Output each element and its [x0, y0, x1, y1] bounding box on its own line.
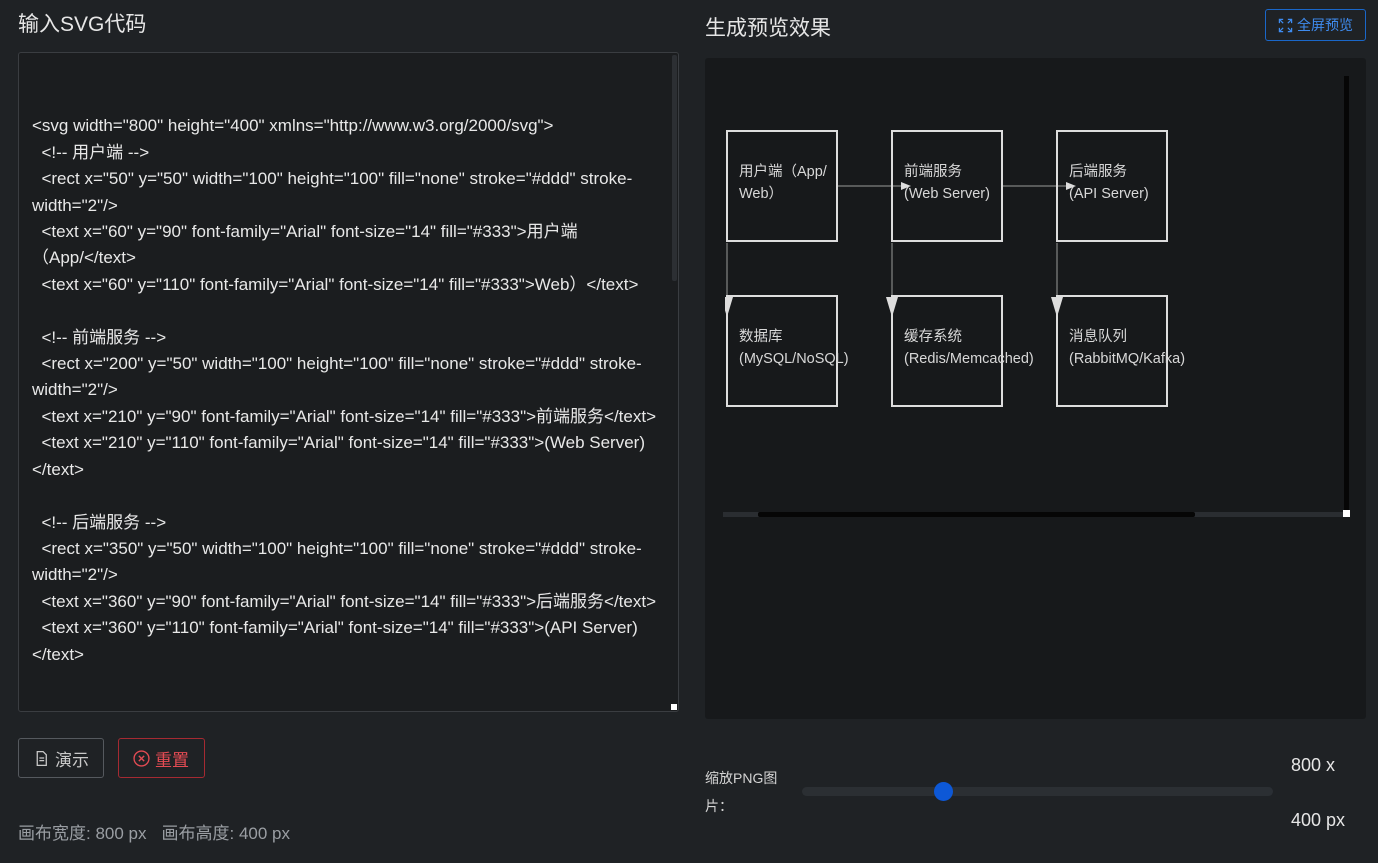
diagram-preview: 用户端（App/ Web） 前端服务 (Web Server) 后端服务 (AP…	[725, 130, 1185, 407]
node-database-line2: (MySQL/NoSQL)	[739, 351, 849, 367]
zoom-slider-track[interactable]	[802, 787, 1273, 796]
reset-button-label: 重置	[155, 750, 189, 770]
svg-code-content[interactable]: <svg width="800" height="400" xmlns="htt…	[32, 87, 662, 668]
close-circle-icon	[133, 749, 150, 767]
code-scrollbar[interactable]	[672, 55, 677, 281]
canvas-height-label: 画布高度: 400 px	[161, 824, 291, 843]
node-cache-line2: (Redis/Memcached)	[904, 351, 1034, 367]
node-queue-line1: 消息队列	[1069, 328, 1127, 345]
node-frontend-line2: (Web Server)	[904, 186, 990, 202]
canvas-size-info: 画布宽度: 800 px 画布高度: 400 px	[18, 819, 305, 844]
diagram-node-queue: 消息队列 (RabbitMQ/Kafka)	[1056, 295, 1185, 407]
demo-button[interactable]: 演示	[18, 738, 104, 778]
diagram-node-frontend: 前端服务 (Web Server)	[891, 130, 1003, 242]
node-queue-line2: (RabbitMQ/Kafka)	[1069, 351, 1185, 367]
fullscreen-preview-button[interactable]: 全屏预览	[1265, 9, 1366, 41]
preview-resize-handle[interactable]	[1343, 510, 1350, 517]
preview-panel-title: 生成预览效果	[705, 17, 831, 40]
preview-vertical-scrollbar[interactable]	[1344, 76, 1349, 513]
document-icon	[36, 750, 47, 766]
canvas-width-label: 画布宽度: 800 px	[18, 824, 147, 843]
fullscreen-button-label: 全屏预览	[1297, 17, 1353, 33]
zoom-png-label: 缩放PNG图片：	[705, 770, 778, 814]
diagram-node-database: 数据库 (MySQL/NoSQL)	[726, 295, 849, 407]
node-client-line2: Web）	[739, 185, 783, 202]
node-cache-line1: 缓存系统	[904, 328, 962, 345]
demo-button-label: 演示	[55, 750, 89, 770]
output-width: 800 x	[1291, 755, 1336, 775]
diagram-node-client: 用户端（App/ Web）	[726, 130, 838, 242]
preview-horizontal-scrollbar-thumb[interactable]	[758, 512, 1195, 517]
reset-button[interactable]: 重置	[118, 738, 205, 778]
node-backend-line1: 后端服务	[1069, 163, 1127, 180]
code-panel-title: 输入SVG代码	[18, 13, 147, 36]
svg-code-textarea[interactable]: <svg width="800" height="400" xmlns="htt…	[18, 52, 679, 712]
diagram-node-backend: 后端服务 (API Server)	[1056, 130, 1168, 242]
node-database-line1: 数据库	[739, 328, 783, 345]
zoom-slider-thumb[interactable]	[933, 782, 953, 801]
node-client-line1: 用户端（App/	[739, 163, 828, 180]
output-height: 400 px	[1291, 810, 1346, 830]
expand-icon	[1278, 18, 1293, 32]
output-size-readout: 800 x 400 px	[1291, 751, 1345, 834]
node-frontend-line1: 前端服务	[904, 163, 962, 180]
textarea-resize-handle[interactable]	[671, 704, 677, 710]
diagram-node-cache: 缓存系统 (Redis/Memcached)	[891, 295, 1034, 407]
preview-panel: 用户端（App/ Web） 前端服务 (Web Server) 后端服务 (AP…	[705, 58, 1366, 719]
node-backend-line2: (API Server)	[1069, 186, 1149, 202]
